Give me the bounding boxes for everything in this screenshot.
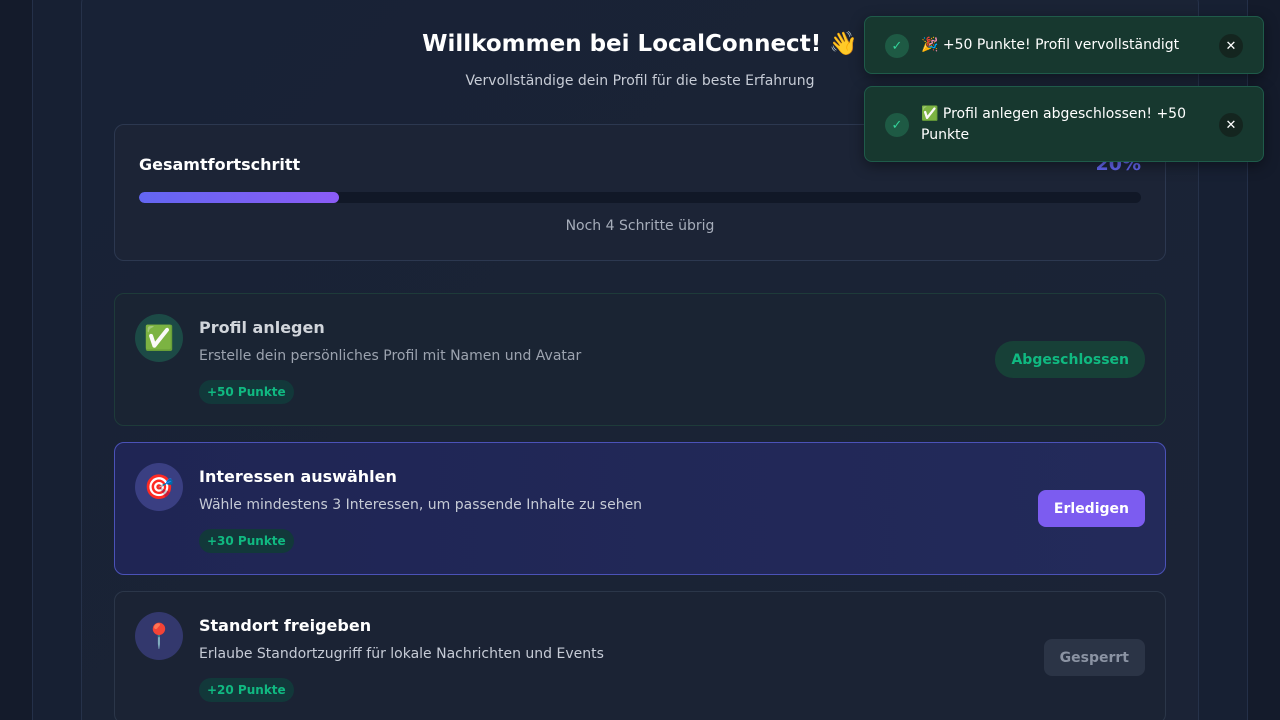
progress-label: Gesamtfortschritt (139, 155, 301, 174)
completed-button[interactable]: Abgeschlossen (995, 341, 1145, 378)
points-badge: +30 Punkte (199, 529, 294, 553)
points-badge: +20 Punkte (199, 678, 294, 702)
step-description: Erlaube Standortzugriff für lokale Nachr… (199, 646, 604, 662)
progress-bar (139, 192, 1141, 203)
step-card-location: 📍 Standort freigeben Erlaube Standortzug… (114, 591, 1166, 720)
step-card-profile: ✅ Profil anlegen Erstelle dein persönlic… (114, 293, 1166, 426)
close-icon[interactable]: ✕ (1219, 34, 1243, 58)
points-badge: +50 Punkte (199, 380, 294, 404)
check-icon: ✓ (885, 113, 909, 137)
step-title: Profil anlegen (199, 318, 325, 337)
step-title: Standort freigeben (199, 616, 372, 635)
toast-message: 🎉 +50 Punkte! Profil vervollständigt (921, 37, 1180, 53)
check-icon: ✓ (885, 34, 909, 58)
close-icon[interactable]: ✕ (1219, 113, 1243, 137)
location-pin-icon: 📍 (135, 612, 183, 660)
locked-button[interactable]: Gesperrt (1043, 639, 1145, 676)
step-title: Interessen auswählen (199, 467, 397, 486)
step-description: Erstelle dein persönliches Profil mit Na… (199, 348, 582, 364)
toast-points-awarded: ✓ 🎉 +50 Punkte! Profil vervollständigt ✕ (864, 16, 1264, 74)
toast-step-completed: ✓ ✅ Profil anlegen abgeschlossen! +50 Pu… (864, 86, 1264, 162)
step-card-interests: 🎯 Interessen auswählen Wähle mindestens … (114, 442, 1166, 575)
progress-bar-fill (139, 192, 340, 203)
step-description: Wähle mindestens 3 Interessen, um passen… (199, 497, 643, 513)
toast-message: ✅ Profil anlegen abgeschlossen! +50 Punk… (921, 106, 1186, 143)
target-icon: 🎯 (135, 463, 183, 511)
checkmark-icon: ✅ (135, 314, 183, 362)
steps-remaining: Noch 4 Schritte übrig (565, 218, 715, 234)
complete-step-button[interactable]: Erledigen (1037, 490, 1145, 527)
